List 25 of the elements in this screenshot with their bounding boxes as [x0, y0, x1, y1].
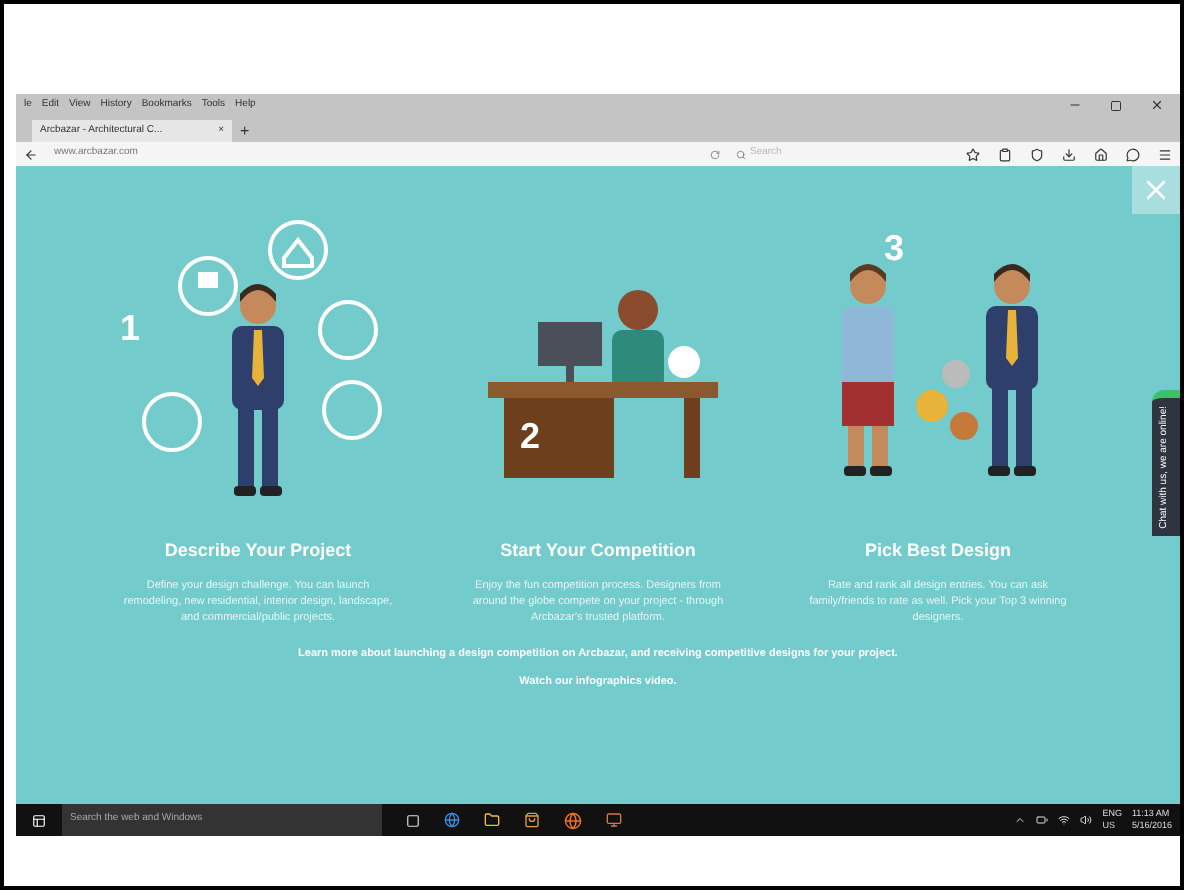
shield-icon[interactable] [1030, 147, 1044, 161]
step-number: 2 [520, 414, 541, 460]
bookmark-star-icon[interactable] [966, 147, 980, 161]
download-icon[interactable] [1062, 147, 1076, 161]
step-title: Start Your Competition [500, 538, 696, 564]
reload-icon[interactable] [710, 149, 720, 159]
back-icon[interactable] [24, 147, 38, 161]
close-icon[interactable] [1150, 98, 1164, 112]
chat-bubble-icon[interactable] [1126, 147, 1140, 161]
maximize-icon[interactable] [1110, 99, 1122, 111]
step-number: 1 [120, 306, 141, 352]
step-title: Pick Best Design [864, 538, 1012, 564]
folder-icon[interactable] [484, 812, 500, 828]
store-icon[interactable] [524, 812, 540, 828]
task-view-icon[interactable] [406, 813, 420, 827]
clipboard-icon[interactable] [998, 147, 1012, 161]
chevron-up-icon[interactable] [1014, 814, 1027, 826]
speaker-icon[interactable] [1080, 814, 1093, 826]
menu-icon[interactable] [1158, 147, 1172, 161]
home-icon[interactable] [1094, 147, 1108, 161]
step-title: Describe Your Project [164, 538, 352, 564]
search-icon [736, 149, 746, 159]
wifi-icon[interactable] [1058, 814, 1071, 826]
new-tab-button[interactable]: + [240, 120, 250, 142]
step-number: 3 [884, 226, 905, 272]
